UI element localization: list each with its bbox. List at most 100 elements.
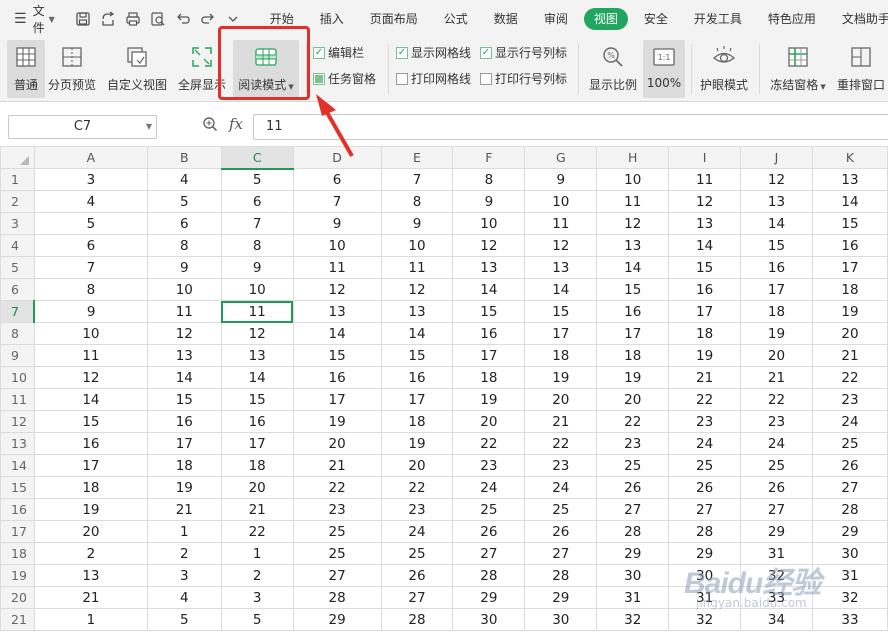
- cell-g12[interactable]: 21: [524, 410, 598, 433]
- cell-i2[interactable]: 12: [668, 190, 742, 213]
- cell-h2[interactable]: 11: [596, 190, 670, 213]
- cell-h14[interactable]: 25: [596, 454, 670, 477]
- cell-d19[interactable]: 27: [292, 564, 382, 587]
- row-header[interactable]: 9: [0, 344, 35, 367]
- cell-c8[interactable]: 12: [220, 322, 294, 345]
- select-all-corner[interactable]: [0, 146, 35, 169]
- redo-icon[interactable]: [196, 8, 221, 30]
- cell-e8[interactable]: 14: [380, 322, 454, 345]
- cell-d11[interactable]: 17: [292, 388, 382, 411]
- cell-b1[interactable]: 4: [146, 168, 222, 191]
- row-header[interactable]: 2: [0, 190, 35, 213]
- cell-f11[interactable]: 19: [452, 388, 526, 411]
- cell-d6[interactable]: 12: [292, 278, 382, 301]
- cell-i5[interactable]: 15: [668, 256, 742, 279]
- cell-g5[interactable]: 13: [524, 256, 598, 279]
- cell-a10[interactable]: 12: [33, 366, 148, 389]
- cell-g6[interactable]: 14: [524, 278, 598, 301]
- cell-b15[interactable]: 19: [146, 476, 222, 499]
- cell-e21[interactable]: 28: [380, 608, 454, 631]
- cell-f20[interactable]: 29: [452, 586, 526, 609]
- file-menu-button[interactable]: ☰ 文件 ▼: [0, 0, 55, 38]
- cell-a17[interactable]: 20: [33, 520, 148, 543]
- cell-a16[interactable]: 19: [33, 498, 148, 521]
- cell-g16[interactable]: 25: [524, 498, 598, 521]
- cell-e10[interactable]: 16: [380, 366, 454, 389]
- row-header[interactable]: 1: [0, 168, 35, 191]
- cell-h4[interactable]: 13: [596, 234, 670, 257]
- tab-developer[interactable]: 开发工具: [684, 8, 752, 30]
- cell-g3[interactable]: 11: [524, 212, 598, 235]
- cell-j6[interactable]: 17: [740, 278, 813, 301]
- cell-c17[interactable]: 22: [220, 520, 294, 543]
- cell-b20[interactable]: 4: [146, 586, 222, 609]
- column-header-i[interactable]: I: [668, 146, 742, 169]
- cell-j17[interactable]: 29: [740, 520, 813, 543]
- cell-h6[interactable]: 15: [596, 278, 670, 301]
- normal-view-button[interactable]: 普通: [7, 40, 45, 98]
- cell-i14[interactable]: 25: [668, 454, 742, 477]
- row-header[interactable]: 15: [0, 476, 35, 499]
- cell-i3[interactable]: 13: [668, 212, 742, 235]
- cell-e20[interactable]: 27: [380, 586, 454, 609]
- cell-e13[interactable]: 19: [380, 432, 454, 455]
- cell-b6[interactable]: 10: [146, 278, 222, 301]
- cell-k2[interactable]: 14: [811, 190, 888, 213]
- column-header-g[interactable]: G: [524, 146, 598, 169]
- row-header[interactable]: 13: [0, 432, 35, 455]
- zoom-button[interactable]: % 显示比例: [586, 40, 640, 98]
- cell-h21[interactable]: 32: [596, 608, 670, 631]
- column-header-j[interactable]: J: [740, 146, 813, 169]
- cell-f14[interactable]: 23: [452, 454, 526, 477]
- cell-i6[interactable]: 16: [668, 278, 742, 301]
- row-header[interactable]: 4: [0, 234, 35, 257]
- cell-d8[interactable]: 14: [292, 322, 382, 345]
- freeze-panes-button[interactable]: 冻结窗格 ▼: [766, 40, 830, 98]
- cell-h20[interactable]: 31: [596, 586, 670, 609]
- cell-c7[interactable]: 11: [220, 300, 294, 323]
- cell-f4[interactable]: 12: [452, 234, 526, 257]
- cell-i17[interactable]: 28: [668, 520, 742, 543]
- cell-j11[interactable]: 22: [740, 388, 813, 411]
- cell-d1[interactable]: 6: [292, 168, 382, 191]
- cell-f8[interactable]: 16: [452, 322, 526, 345]
- cell-f1[interactable]: 8: [452, 168, 526, 191]
- row-header[interactable]: 7: [0, 300, 36, 323]
- column-header-b[interactable]: B: [146, 146, 222, 169]
- cell-j1[interactable]: 12: [740, 168, 813, 191]
- cell-j8[interactable]: 19: [740, 322, 813, 345]
- cell-d15[interactable]: 22: [292, 476, 382, 499]
- cell-k5[interactable]: 17: [811, 256, 888, 279]
- cell-c14[interactable]: 18: [220, 454, 294, 477]
- cell-h17[interactable]: 28: [596, 520, 670, 543]
- cell-e17[interactable]: 24: [380, 520, 454, 543]
- zoom-formula-icon[interactable]: [202, 116, 218, 132]
- cell-j13[interactable]: 24: [740, 432, 813, 455]
- cell-i4[interactable]: 14: [668, 234, 742, 257]
- cell-e15[interactable]: 22: [380, 476, 454, 499]
- row-header[interactable]: 14: [0, 454, 35, 477]
- cell-b14[interactable]: 18: [146, 454, 222, 477]
- cell-c16[interactable]: 21: [220, 498, 294, 521]
- cell-d12[interactable]: 19: [292, 410, 382, 433]
- row-header[interactable]: 16: [0, 498, 35, 521]
- tab-view[interactable]: 视图: [583, 8, 628, 30]
- cell-g10[interactable]: 19: [524, 366, 598, 389]
- column-header-d[interactable]: D: [292, 146, 382, 169]
- cell-i10[interactable]: 21: [668, 366, 742, 389]
- cell-a19[interactable]: 13: [33, 564, 148, 587]
- row-header[interactable]: 5: [0, 256, 35, 279]
- cell-g18[interactable]: 27: [524, 542, 598, 565]
- function-icon[interactable]: fx: [229, 115, 243, 133]
- chevron-down-icon[interactable]: ▼: [146, 116, 152, 138]
- cell-c21[interactable]: 5: [220, 608, 294, 631]
- cell-f15[interactable]: 24: [452, 476, 526, 499]
- tab-doc-assistant[interactable]: 文档助手: [832, 8, 888, 30]
- cell-e1[interactable]: 7: [380, 168, 454, 191]
- zoom-100-button[interactable]: 1:1 100%: [643, 40, 685, 98]
- cell-g7[interactable]: 15: [524, 300, 598, 323]
- cell-b16[interactable]: 21: [146, 498, 222, 521]
- cell-j15[interactable]: 26: [740, 476, 813, 499]
- cell-h19[interactable]: 30: [596, 564, 670, 587]
- cell-i7[interactable]: 17: [668, 300, 742, 323]
